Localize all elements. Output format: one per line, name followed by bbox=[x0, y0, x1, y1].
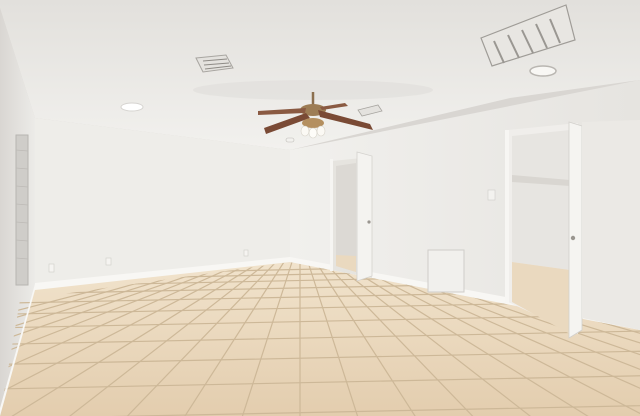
window-blinds[interactable] bbox=[15, 134, 29, 286]
closet-door[interactable] bbox=[568, 121, 583, 339]
closet-door-frame bbox=[505, 130, 509, 303]
wall-return-vent bbox=[427, 249, 465, 293]
smoke-detector bbox=[285, 137, 295, 143]
wall-right-section bbox=[582, 120, 640, 330]
closet-interior bbox=[512, 130, 570, 270]
outlet-back bbox=[105, 257, 112, 266]
light-switch[interactable] bbox=[487, 189, 496, 201]
hallway-door[interactable] bbox=[356, 151, 373, 282]
outlet-left bbox=[48, 263, 55, 273]
door-knob-hall[interactable] bbox=[367, 220, 371, 224]
door-knob-closet[interactable] bbox=[570, 235, 576, 241]
recessed-light-left bbox=[120, 102, 144, 112]
recessed-light-right bbox=[529, 65, 557, 77]
room-photo bbox=[0, 0, 640, 416]
hallway-door-frame bbox=[330, 159, 333, 271]
outlet-back-2 bbox=[243, 249, 249, 257]
